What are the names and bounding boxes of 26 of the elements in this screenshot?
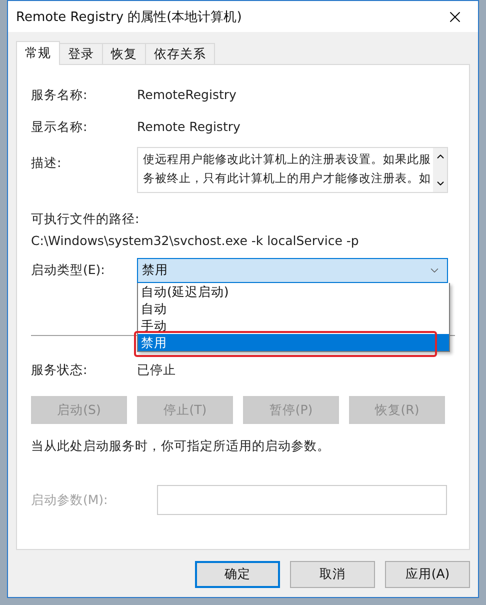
field-label: 启动类型(E): [31,262,106,279]
field-value: Remote Registry [137,119,240,134]
description-text: 务被终止，只有此计算机上的用户才能修改注册表。如 [143,170,431,187]
field-label: 服务名称: [31,87,88,104]
description-box[interactable]: 使远程用户能修改此计算机上的注册表设置。如果此服 务被终止，只有此计算机上的用户才能修改注册表。如 [137,147,448,193]
dropdown-option[interactable]: 自动 [138,300,449,317]
field-label: 可执行文件的路径: [31,211,140,228]
tab[interactable]: 依存关系 [145,43,215,64]
dialog-button[interactable]: 确定 [195,561,280,588]
dropdown-option[interactable]: 自动(延迟启动) [138,283,449,300]
field-value: RemoteRegistry [137,87,236,102]
hint-text: 当从此处启动服务时，你可指定所适用的启动参数。 [31,438,331,455]
field-label: 服务状态: [31,362,88,379]
dialog-button[interactable]: 取消 [290,561,375,588]
description-text: 使远程用户能修改此计算机上的注册表设置。如果此服 [143,151,431,168]
startup-type-dropdown[interactable]: 禁用 [137,258,448,283]
field-value: 已停止 [137,362,176,379]
field-label: 描述: [31,155,62,172]
scroll-bar[interactable] [433,148,447,192]
field-label: 启动参数(M): [31,492,109,508]
window-title: Remote Registry 的属性(本地计算机) [16,8,242,26]
field-value: C:\Windows\system32\svchost.exe -k localService -p [31,233,360,248]
dropdown-option[interactable]: 禁用 [138,334,449,351]
tab[interactable]: 常规 [16,41,60,65]
dialog-button[interactable]: 应用(A) [385,561,470,588]
field-label: 显示名称: [31,119,88,136]
